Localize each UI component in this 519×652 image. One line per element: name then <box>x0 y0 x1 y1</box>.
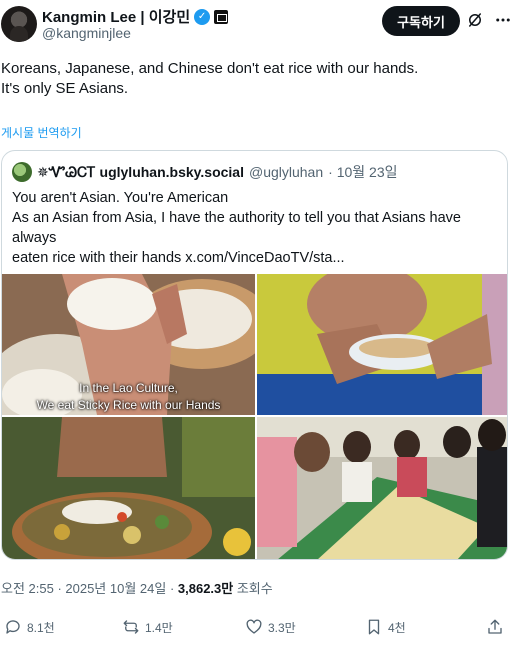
quoted-post-date[interactable]: · 10월 23일 <box>328 162 397 182</box>
media-image-sticky-rice[interactable]: In the Lao Culture, We eat Sticky Rice w… <box>2 274 255 415</box>
quoted-text-line: You aren't Asian. You're American <box>12 190 229 206</box>
quoted-post[interactable]: ✵ᏉᏊᏟᎢ uglyluhan.bsky.social @uglyluhan ·… <box>1 150 508 560</box>
affiliate-badge-icon[interactable] <box>214 9 229 24</box>
share-button[interactable] <box>486 618 504 636</box>
repost-count: 1.4만 <box>145 620 173 635</box>
post-text: Koreans, Japanese, and Chinese don't eat… <box>1 59 511 99</box>
post-metadata: 오전 2:55 · 2025년 10월 24일 · 3,862.3만 조회수 <box>1 578 273 597</box>
post-header: Kangmin Lee | 이강민 ✓ @kangminjlee 구독하기 <box>0 0 519 50</box>
bookmark-button[interactable]: 4천 <box>365 618 406 636</box>
post-text-line: It's only SE Asians. <box>1 80 129 97</box>
post-text-line: Koreans, Japanese, and Chinese don't eat… <box>1 60 419 77</box>
view-count-label: 조회수 <box>233 581 273 596</box>
verified-badge-icon[interactable]: ✓ <box>194 8 211 25</box>
media-image-food-platter[interactable] <box>2 417 255 559</box>
media-image-group-meal[interactable] <box>257 417 507 559</box>
translate-post-link[interactable]: 게시물 번역하기 <box>1 124 82 141</box>
action-bar: 8.1천 1.4만 3.3만 4천 <box>0 618 519 642</box>
reply-button[interactable]: 8.1천 <box>4 618 55 636</box>
like-button[interactable]: 3.3만 <box>245 618 296 636</box>
reply-icon <box>6 620 20 634</box>
video-caption: In the Lao Culture, <box>79 381 178 395</box>
bookmark-icon <box>368 619 380 635</box>
quoted-author-avatar[interactable] <box>12 162 32 182</box>
author-name[interactable]: Kangmin Lee | 이강민 <box>42 6 190 27</box>
quoted-text-line: As an Asian from Asia, I have the author… <box>12 210 461 246</box>
share-icon <box>488 619 502 634</box>
author-avatar[interactable] <box>1 6 37 42</box>
subscribe-button[interactable]: 구독하기 <box>382 6 460 36</box>
quoted-author-handle[interactable]: @uglyluhan <box>249 164 323 180</box>
repost-button[interactable]: 1.4만 <box>122 618 173 636</box>
grok-icon[interactable] <box>466 11 484 29</box>
repost-icon <box>123 620 139 634</box>
author-handle[interactable]: @kangminjlee <box>42 25 131 41</box>
media-grid: In the Lao Culture, We eat Sticky Rice w… <box>2 274 507 559</box>
bookmark-count: 4천 <box>388 620 406 635</box>
quoted-text-line[interactable]: eaten rice with their hands x.com/VinceD… <box>12 248 500 268</box>
view-count[interactable]: 3,862.3만 <box>178 581 233 596</box>
author-name-row: Kangmin Lee | 이강민 ✓ <box>42 6 229 27</box>
media-image-eating-bowl[interactable] <box>257 274 507 415</box>
post-timestamp[interactable]: 오전 2:55 · 2025년 10월 24일 · <box>1 581 178 596</box>
more-options-icon[interactable] <box>494 11 512 29</box>
heart-icon <box>246 619 262 634</box>
like-count: 3.3만 <box>268 620 296 635</box>
reply-count: 8.1천 <box>27 620 55 635</box>
quoted-post-text: You aren't Asian. You're American As an … <box>12 188 500 268</box>
quoted-author-name[interactable]: ✵ᏉᏊᏟᎢ uglyluhan.bsky.social <box>37 164 244 181</box>
video-caption: We eat Sticky Rice with our Hands <box>36 398 221 412</box>
quoted-post-header: ✵ᏉᏊᏟᎢ uglyluhan.bsky.social @uglyluhan ·… <box>12 162 398 182</box>
